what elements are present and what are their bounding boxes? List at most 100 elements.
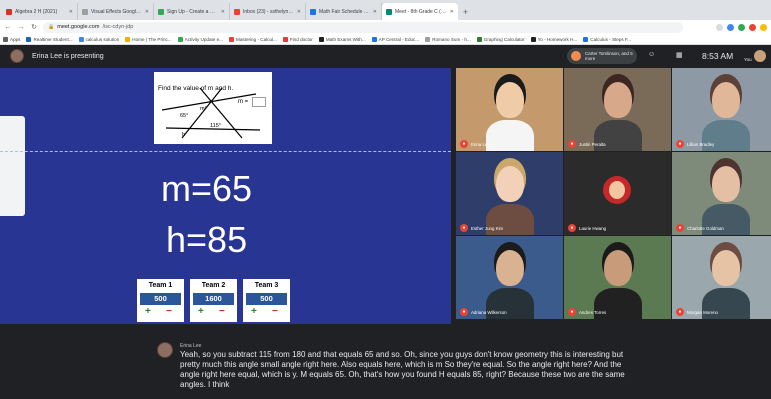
bookmarks-bar: Apps Realtime Student... calculus solution…: [0, 34, 771, 45]
participant-tile[interactable]: ● Adriana Wilkerson: [456, 236, 563, 319]
tab-title: Math Fair Schedule - Google: [319, 8, 370, 15]
url-host: meet.google.com: [57, 24, 100, 30]
new-tab-button[interactable]: +: [458, 3, 473, 20]
team-score: 500: [140, 293, 181, 305]
bookmark-icon: [177, 36, 183, 42]
forward-icon[interactable]: →: [17, 24, 25, 31]
bookmark-item[interactable]: AP Central - Educ...: [371, 36, 419, 42]
bookmark-label: Graphing Calculator: [483, 36, 525, 42]
bookmark-item[interactable]: Realtime Student...: [26, 36, 73, 42]
participant-tile[interactable]: ● Andres Torres: [564, 236, 671, 319]
participant-name: Morgan Moreno: [687, 310, 718, 315]
tab-favicon-icon: [6, 8, 12, 15]
add-points-button[interactable]: +: [198, 306, 204, 317]
bookmark-item[interactable]: Apps: [3, 36, 21, 42]
participant-tile[interactable]: ● Erina Lee: [456, 68, 563, 151]
participant-name: Andres Torres: [579, 310, 607, 315]
team-score: 500: [246, 293, 287, 305]
angle-label: m°: [200, 106, 207, 112]
team-card: Team 1 500 + −: [137, 279, 184, 322]
participant-face: [496, 82, 524, 118]
team-name: Team 2: [201, 282, 226, 289]
bookmark-item[interactable]: calculus solution: [78, 36, 119, 42]
star-icon[interactable]: [716, 23, 723, 31]
meeting-clock: 8:53 AM: [702, 51, 734, 61]
participant-tile[interactable]: ● Esther Jung Kim: [456, 152, 563, 235]
bookmark-label: Yo - Homework H...: [537, 36, 578, 42]
participant-name: Justin Peralta: [579, 142, 606, 147]
back-icon[interactable]: ←: [4, 24, 12, 31]
participant-tile[interactable]: ● Lillian Bradley: [672, 68, 771, 151]
bookmark-item[interactable]: Romano Sum - h...: [425, 36, 471, 42]
add-points-button[interactable]: +: [145, 306, 151, 317]
bookmark-item[interactable]: Home | The Princ...: [125, 36, 172, 42]
bookmark-label: Activity Update e...: [184, 36, 223, 42]
participant-name: Laurie Hwang: [579, 226, 607, 231]
participant-name: Adriana Wilkerson: [471, 310, 507, 315]
url-input[interactable]: 🔒 meet.google.com/isc-cdyn-jdp: [43, 21, 683, 33]
bookmark-label: Romano Sum - h...: [432, 36, 471, 42]
side-panel-tab[interactable]: [0, 116, 25, 216]
participant-tile[interactable]: ● Laurie Hwang: [564, 152, 671, 235]
participant-face: [496, 166, 524, 202]
participant-tile[interactable]: ● Morgan Moreno: [672, 236, 771, 319]
self-avatar[interactable]: [754, 50, 766, 62]
bookmark-item[interactable]: Calculus - Steps F...: [583, 36, 631, 42]
reload-icon[interactable]: ↻: [30, 23, 38, 31]
browser-tab[interactable]: Sign Up - Create a Free Acco✕: [154, 3, 230, 20]
people-icon[interactable]: ☺: [648, 51, 655, 58]
bookmark-label: Apps: [10, 36, 21, 42]
close-icon[interactable]: ✕: [145, 9, 149, 15]
browser-tab[interactable]: Algebra 2 H (2021) ✕: [2, 3, 78, 20]
bookmark-icon: [530, 36, 536, 42]
angle-label: h: [182, 132, 185, 138]
participants-pill[interactable]: Carter Tomlinson, and 5 more: [567, 48, 637, 64]
extension-icon[interactable]: [738, 23, 745, 31]
close-icon[interactable]: ✕: [221, 9, 225, 15]
presenting-label: Erina Lee is presenting: [32, 52, 104, 60]
presenter-avatar: [10, 49, 24, 63]
close-icon[interactable]: ✕: [450, 9, 454, 15]
bookmark-label: Math Exams With...: [325, 36, 366, 42]
participant-name: Charlotte Goldman: [687, 226, 724, 231]
extensions-area: [716, 23, 767, 31]
participant-video: [486, 120, 534, 151]
bookmark-item[interactable]: Find doctor: [282, 36, 313, 42]
extension-icon[interactable]: [749, 23, 756, 31]
browser-tab[interactable]: Visual Effects Google Meet✕: [78, 3, 154, 20]
chat-icon[interactable]: ▦: [676, 51, 683, 59]
extension-icon[interactable]: [727, 23, 734, 31]
bookmark-item[interactable]: Mastering - Calcul...: [229, 36, 277, 42]
tab-favicon-icon: [386, 8, 392, 15]
profile-icon[interactable]: [760, 23, 767, 31]
bookmark-item[interactable]: Activity Update e...: [177, 36, 223, 42]
bookmark-icon: [425, 36, 431, 42]
subtract-points-button[interactable]: −: [219, 306, 225, 317]
participant-face: [604, 250, 632, 286]
bookmark-icon: [282, 36, 288, 42]
participant-tile[interactable]: ● Charlotte Goldman: [672, 152, 771, 235]
bookmark-item[interactable]: Math Exams With...: [318, 36, 366, 42]
participants-pill-text: Carter Tomlinson, and 5 more: [585, 51, 633, 61]
participant-face: [496, 250, 524, 286]
close-icon[interactable]: ✕: [69, 9, 73, 15]
m-equals-label: m =: [238, 99, 249, 105]
add-points-button[interactable]: +: [251, 306, 257, 317]
m-answer-box: [252, 97, 266, 107]
browser-tab[interactable]: Meet - 8th Grade C (Afte ✕: [382, 3, 458, 20]
address-bar: ← → ↻ 🔒 meet.google.com/isc-cdyn-jdp: [0, 20, 771, 34]
subtract-points-button[interactable]: −: [272, 306, 278, 317]
close-icon[interactable]: ✕: [373, 9, 377, 15]
h-result: h=85: [166, 219, 248, 260]
close-icon[interactable]: ✕: [297, 9, 301, 15]
participant-name: Erina Lee: [471, 142, 490, 147]
muted-mic-icon: ●: [676, 308, 684, 316]
subtract-points-button[interactable]: −: [166, 306, 172, 317]
browser-tab[interactable]: Inbox (23) - ssthelyngblmill✕: [230, 3, 306, 20]
bookmark-item[interactable]: Yo - Homework H...: [530, 36, 578, 42]
participant-tile[interactable]: ● Justin Peralta: [564, 68, 671, 151]
bookmark-item[interactable]: Graphing Calculator: [476, 36, 525, 42]
bookmark-label: Realtime Student...: [33, 36, 73, 42]
browser-tab[interactable]: Math Fair Schedule - Google✕: [306, 3, 382, 20]
tab-favicon-icon: [310, 8, 316, 15]
